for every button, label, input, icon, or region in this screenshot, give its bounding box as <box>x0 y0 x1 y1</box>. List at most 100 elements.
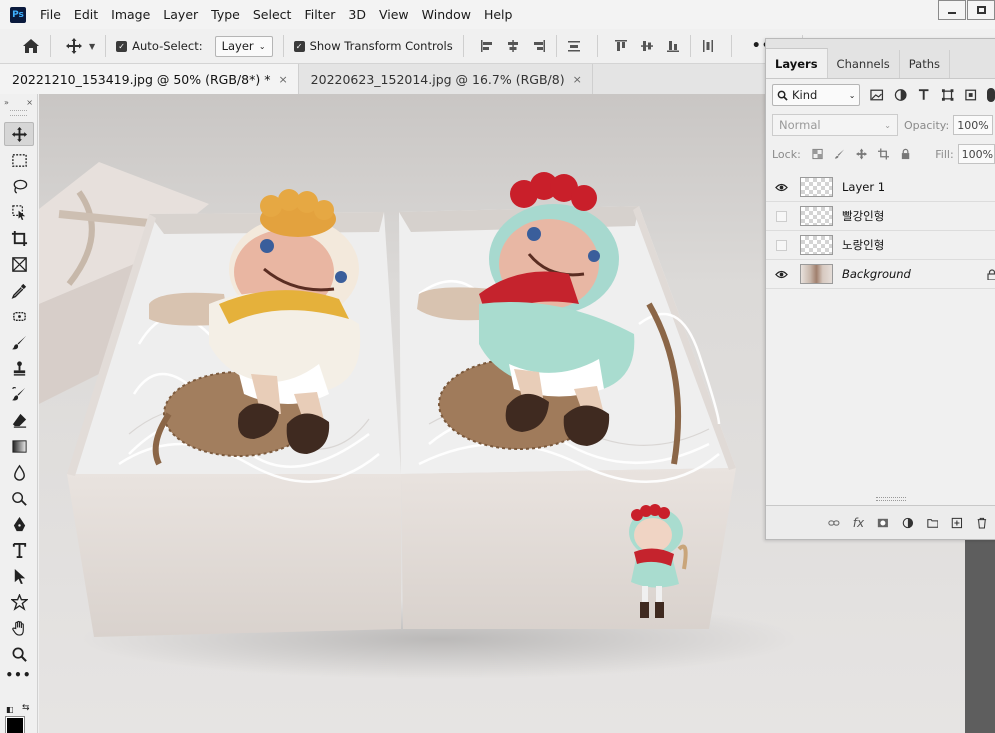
zoom-tool[interactable] <box>4 642 34 666</box>
distribute-horizontal-icon[interactable] <box>701 39 715 53</box>
layer-row-layer-1[interactable]: Layer 1 <box>766 173 995 202</box>
trash-icon[interactable] <box>976 516 988 530</box>
foreground-color-swatch[interactable] <box>5 716 25 733</box>
align-horizontal-center-icon[interactable] <box>506 39 520 53</box>
marquee-tool[interactable] <box>4 148 34 172</box>
blur-tool[interactable] <box>4 460 34 484</box>
pixel-layer-filter-icon[interactable] <box>870 88 884 102</box>
lock-artboard-icon[interactable] <box>878 148 890 160</box>
new-layer-icon[interactable] <box>951 516 963 530</box>
opacity-input[interactable]: 100% <box>953 115 994 135</box>
maximize-button[interactable] <box>967 0 995 20</box>
align-top-icon[interactable] <box>614 39 628 53</box>
adjustment-layer-filter-icon[interactable] <box>894 88 907 102</box>
history-brush-tool[interactable] <box>4 382 34 406</box>
checkmark-icon: ✓ <box>116 40 128 52</box>
hand-tool[interactable] <box>4 616 34 640</box>
blend-mode-dropdown[interactable]: Normal ⌄ <box>772 114 898 136</box>
menu-file[interactable]: File <box>40 7 61 22</box>
tab-layers[interactable]: Layers <box>766 48 828 78</box>
layer-row-red-doll[interactable]: 빨강인형 <box>766 202 995 231</box>
fill-input[interactable]: 100% <box>957 144 995 164</box>
eyedropper-tool[interactable] <box>4 278 34 302</box>
distribute-vertical-icon[interactable] <box>567 39 581 53</box>
show-transform-controls-checkbox[interactable]: ✓ Show Transform Controls <box>293 39 453 53</box>
menu-select[interactable]: Select <box>253 7 292 22</box>
menu-3d[interactable]: 3D <box>348 7 366 22</box>
object-selection-tool[interactable] <box>4 200 34 224</box>
lasso-tool[interactable] <box>4 174 34 198</box>
shape-tool[interactable] <box>4 590 34 614</box>
layer-name[interactable]: 노랑인형 <box>842 237 995 253</box>
home-icon[interactable] <box>22 38 40 54</box>
auto-select-checkbox[interactable]: ✓ Auto-Select: <box>116 39 203 53</box>
eraser-tool[interactable] <box>4 408 34 432</box>
align-right-icon[interactable] <box>532 39 546 53</box>
gradient-tool[interactable] <box>4 434 34 458</box>
document-tab[interactable]: 20220623_152014.jpg @ 16.7% (RGB/8) × <box>299 64 593 94</box>
shape-layer-filter-icon[interactable] <box>941 88 954 102</box>
layer-visibility-toggle[interactable] <box>766 239 796 251</box>
frame-tool[interactable] <box>4 252 34 276</box>
layer-name[interactable]: Background <box>842 267 987 281</box>
collapse-panel-icon[interactable]: » <box>4 98 9 107</box>
menu-image[interactable]: Image <box>111 7 150 22</box>
menu-layer[interactable]: Layer <box>163 7 198 22</box>
layer-visibility-toggle[interactable] <box>766 210 796 222</box>
healing-brush-tool[interactable] <box>4 304 34 328</box>
default-colors-icon[interactable]: ◧ <box>6 705 14 714</box>
new-group-folder-icon[interactable] <box>927 516 939 530</box>
edit-toolbar-button[interactable]: ••• <box>0 668 37 682</box>
close-panel-icon[interactable]: × <box>26 98 33 107</box>
swap-colors-icon[interactable]: ⇆ <box>22 703 30 713</box>
chevron-down-icon: ⌄ <box>848 90 856 100</box>
menu-view[interactable]: View <box>379 7 409 22</box>
move-tool-preset-icon[interactable] <box>65 37 83 55</box>
align-left-icon[interactable] <box>480 39 494 53</box>
new-adjustment-layer-icon[interactable] <box>902 516 914 530</box>
type-tool[interactable] <box>4 538 34 562</box>
lock-position-icon[interactable] <box>855 148 868 160</box>
filter-kind-dropdown[interactable]: Kind ⌄ <box>772 84 861 106</box>
filter-toggle-switch[interactable] <box>987 88 995 102</box>
path-selection-tool[interactable] <box>4 564 34 588</box>
layer-name[interactable]: 빨강인형 <box>842 208 995 224</box>
minimize-button[interactable] <box>938 0 966 20</box>
layer-visibility-toggle[interactable] <box>766 270 796 279</box>
layer-row-background[interactable]: Background <box>766 260 995 289</box>
menu-filter[interactable]: Filter <box>304 7 335 22</box>
add-layer-style-button[interactable]: fx <box>853 516 864 530</box>
close-tab-icon[interactable]: × <box>573 73 582 86</box>
tab-paths[interactable]: Paths <box>900 50 951 78</box>
layer-row-yellow-doll[interactable]: 노랑인형 <box>766 231 995 260</box>
smart-object-filter-icon[interactable] <box>964 88 977 102</box>
menu-edit[interactable]: Edit <box>74 7 98 22</box>
crop-tool[interactable] <box>4 226 34 250</box>
align-bottom-icon[interactable] <box>666 39 680 53</box>
lock-image-pixels-icon[interactable] <box>834 148 845 160</box>
pen-tool[interactable] <box>4 512 34 536</box>
document-tab-active[interactable]: 20221210_153419.jpg @ 50% (RGB/8*) * × <box>0 64 299 94</box>
panel-resize-grip[interactable] <box>876 497 906 501</box>
type-layer-filter-icon[interactable] <box>917 88 930 102</box>
menu-help[interactable]: Help <box>484 7 513 22</box>
close-tab-icon[interactable]: × <box>278 73 287 86</box>
panel-grip[interactable] <box>10 110 27 116</box>
auto-select-target-dropdown[interactable]: Layer ⌄ <box>214 35 273 57</box>
layer-name[interactable]: Layer 1 <box>842 180 995 194</box>
photoshop-logo-icon[interactable]: Ps <box>10 6 26 23</box>
tab-channels[interactable]: Channels <box>828 50 900 78</box>
link-layers-icon[interactable] <box>828 516 840 530</box>
layer-visibility-toggle[interactable] <box>766 183 796 192</box>
brush-tool[interactable] <box>4 330 34 354</box>
menu-type[interactable]: Type <box>211 7 240 22</box>
dodge-tool[interactable] <box>4 486 34 510</box>
menu-window[interactable]: Window <box>422 7 471 22</box>
chevron-down-icon[interactable]: ▼ <box>89 42 95 51</box>
add-mask-icon[interactable] <box>877 516 889 530</box>
align-vertical-center-icon[interactable] <box>640 39 654 53</box>
move-tool[interactable] <box>4 122 34 146</box>
clone-stamp-tool[interactable] <box>4 356 34 380</box>
lock-all-icon[interactable] <box>900 148 911 160</box>
lock-transparent-pixels-icon[interactable] <box>812 148 823 160</box>
